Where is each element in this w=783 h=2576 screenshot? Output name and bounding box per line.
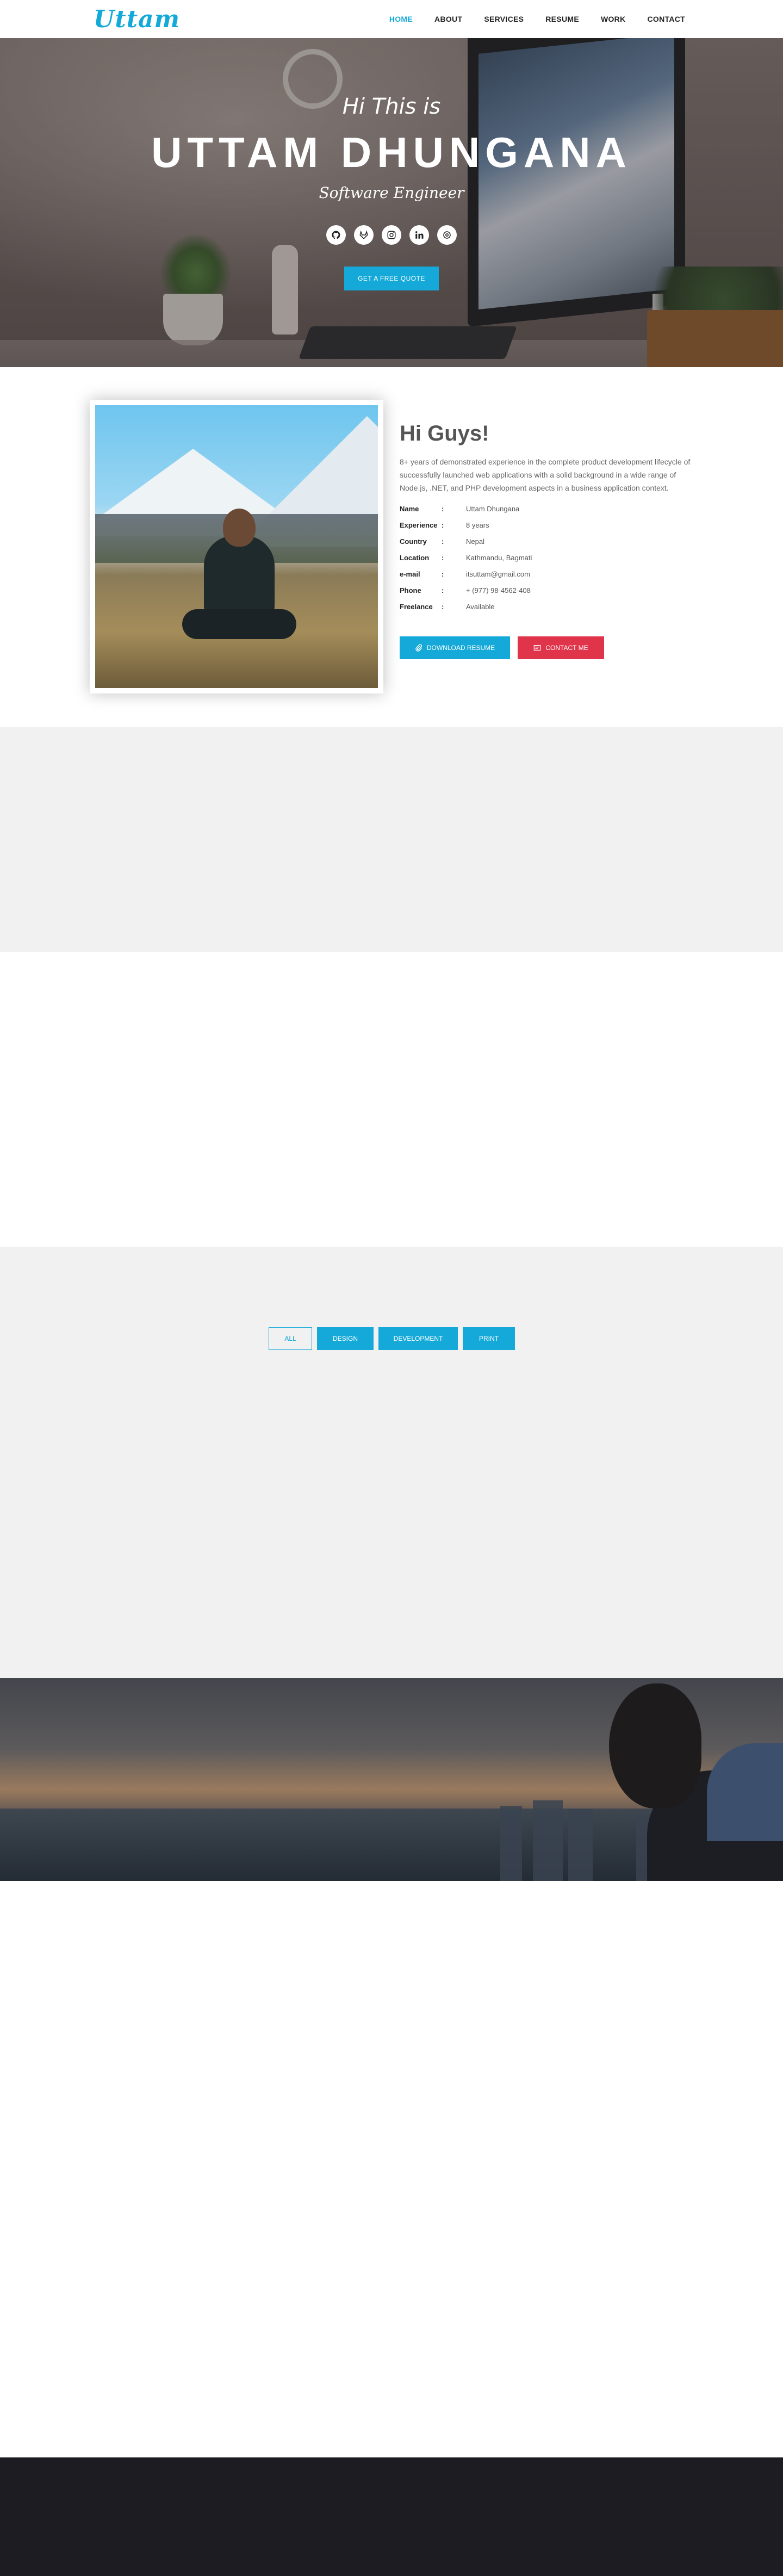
nav-resume-link[interactable]: RESUME	[545, 15, 579, 23]
banner-person-hood	[707, 1743, 783, 1841]
info-label: e-mail	[400, 570, 420, 578]
info-value: Uttam Dhungana	[466, 505, 520, 513]
filter-development-button[interactable]: DEVELOPMENT	[378, 1327, 458, 1350]
nav-services-link[interactable]: SERVICES	[484, 15, 524, 23]
filter-all-button[interactable]: ALL	[269, 1327, 312, 1350]
photo-person-head	[223, 509, 256, 547]
about-description: 8+ years of demonstrated experience in t…	[400, 457, 691, 492]
work-filters: ALL DESIGN DEVELOPMENT PRINT	[269, 1327, 520, 1350]
info-label: Freelance	[400, 603, 433, 611]
info-colon: :	[442, 603, 444, 611]
social-links	[326, 225, 457, 246]
nav-contact-link[interactable]: CONTACT	[648, 15, 686, 23]
filter-print-button[interactable]: PRINT	[463, 1327, 515, 1350]
parallax-banner	[0, 1678, 783, 1881]
stackoverflow-icon[interactable]	[437, 225, 457, 245]
banner-building	[568, 1809, 593, 1881]
info-colon: :	[442, 505, 444, 513]
hero-name: UTTAM DHUNGANA	[151, 128, 632, 176]
profile-photo-frame	[90, 400, 383, 693]
filter-design-button[interactable]: DESIGN	[317, 1327, 374, 1350]
site-logo[interactable]: Uttam	[94, 3, 180, 36]
info-value: Kathmandu, Bagmati	[466, 554, 532, 562]
github-icon[interactable]	[326, 225, 346, 245]
profile-photo	[95, 405, 378, 688]
info-value: + (977) 98-4562-408	[466, 586, 531, 595]
top-navbar: Uttam HOME ABOUT SERVICES RESUME WORK CO…	[0, 0, 783, 38]
nav-home-link[interactable]: HOME	[389, 15, 413, 23]
nav-work-link[interactable]: WORK	[601, 15, 626, 23]
contact-me-button[interactable]: CONTACT ME	[518, 636, 604, 659]
site-footer	[0, 2457, 783, 2576]
info-label: Name	[400, 505, 419, 513]
info-value: Nepal	[466, 537, 484, 546]
about-title: Hi Guys!	[400, 422, 489, 445]
gitlab-icon[interactable]	[354, 225, 374, 245]
hero-greeting: Hi This is	[342, 94, 441, 119]
paperclip-icon	[415, 644, 422, 652]
banner-building	[533, 1800, 563, 1881]
linkedin-icon[interactable]	[409, 225, 429, 245]
banner-building	[500, 1806, 522, 1881]
info-colon: :	[442, 586, 444, 595]
instagram-icon[interactable]	[382, 225, 401, 245]
photo-person-body	[204, 536, 275, 617]
photo-person-legs	[182, 609, 296, 639]
info-value[interactable]: itsuttam@gmail.com	[466, 570, 530, 578]
info-label: Country	[400, 537, 427, 546]
nav-about-link[interactable]: ABOUT	[434, 15, 462, 23]
hero-role: Software Engineer	[319, 184, 464, 202]
info-label: Experience	[400, 521, 438, 529]
info-value: 8 years	[466, 521, 489, 529]
info-colon: :	[442, 521, 444, 529]
info-colon: :	[442, 570, 444, 578]
hero-content: Hi This is UTTAM DHUNGANA Software Engin…	[0, 38, 783, 367]
services-section	[0, 727, 783, 952]
info-colon: :	[442, 537, 444, 546]
info-label: Location	[400, 554, 430, 562]
contact-me-label: CONTACT ME	[545, 644, 588, 652]
work-section	[0, 1247, 783, 1678]
hero-section: Hi This is UTTAM DHUNGANA Software Engin…	[0, 38, 783, 367]
main-menu: HOME ABOUT SERVICES RESUME WORK CONTACT	[368, 0, 685, 38]
info-colon: :	[442, 554, 444, 562]
message-icon	[534, 645, 541, 651]
download-resume-label: DOWNLOAD RESUME	[426, 644, 495, 652]
info-value: Available	[466, 603, 495, 611]
download-resume-button[interactable]: DOWNLOAD RESUME	[400, 636, 510, 659]
info-label: Phone	[400, 586, 421, 595]
banner-person-head	[609, 1683, 701, 1809]
free-quote-button[interactable]: GET A FREE QUOTE	[344, 267, 439, 290]
